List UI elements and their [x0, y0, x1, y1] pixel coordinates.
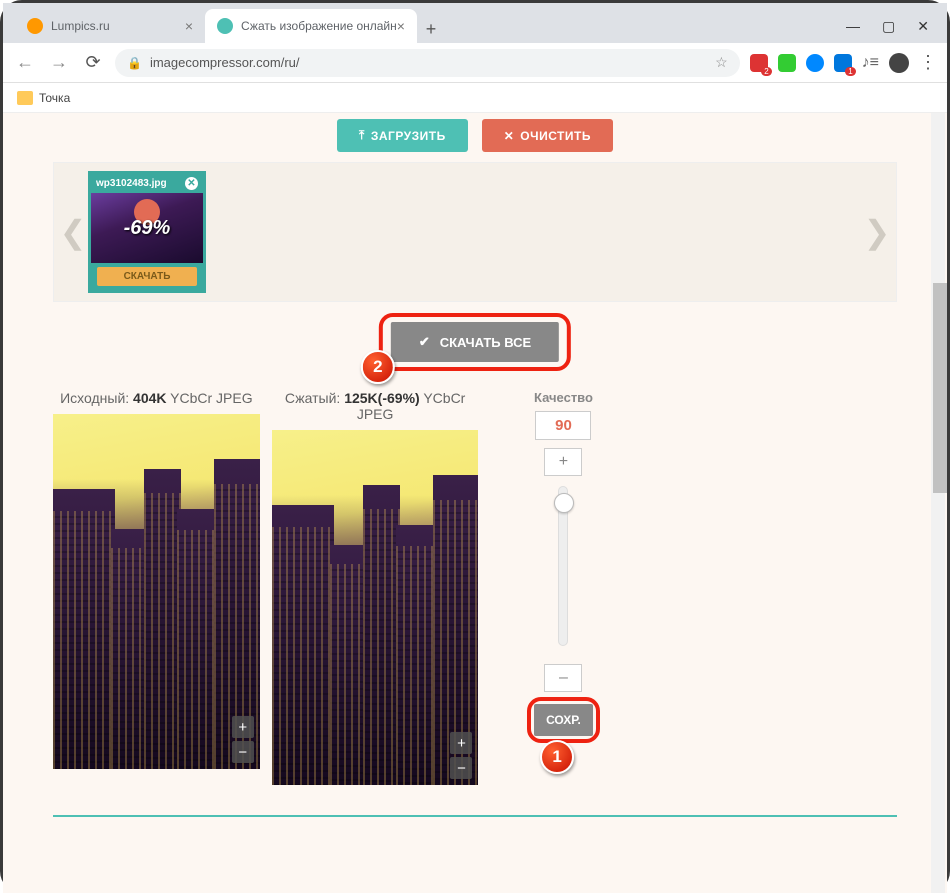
new-tab-button[interactable]: + [417, 15, 445, 43]
compressed-image[interactable]: + − [272, 430, 479, 785]
slider-knob[interactable] [554, 493, 574, 513]
save-wrap: СОХР. 1 [534, 704, 593, 736]
check-icon: ✔ [419, 334, 430, 350]
clear-button[interactable]: ✕ ОЧИСТИТЬ [482, 119, 613, 152]
original-image[interactable]: + − [53, 414, 260, 769]
compare-panels: Исходный: 404K YCbCr JPEG + − Сжатый: 12… [53, 390, 478, 785]
media-icon[interactable]: ♪≡ [862, 54, 879, 72]
extension-icon[interactable] [778, 54, 796, 72]
avatar[interactable] [889, 53, 909, 73]
quality-input[interactable] [535, 411, 591, 440]
extension-icon[interactable]: 1 [834, 54, 852, 72]
compressed-panel: Сжатый: 125K(-69%) YCbCr JPEG + − [272, 390, 479, 785]
divider [53, 815, 897, 817]
zoom-in-icon[interactable]: + [232, 716, 254, 738]
save-button[interactable]: СОХР. [534, 704, 593, 736]
minimize-icon[interactable]: — [846, 18, 860, 35]
lock-icon: 🔒 [127, 56, 142, 70]
url-text: imagecompressor.com/ru/ [150, 55, 300, 70]
thumbnail-image: -69% [91, 193, 203, 263]
chevron-left-icon[interactable]: ❮ [58, 163, 88, 301]
extension-icon[interactable]: 2 [750, 54, 768, 72]
original-meta: YCbCr JPEG [170, 390, 252, 406]
original-prefix: Исходный: [60, 390, 129, 406]
zoom-controls: + − [232, 716, 254, 763]
badge: 2 [761, 67, 771, 76]
close-icon[interactable]: × [397, 18, 405, 34]
favicon-icon [27, 18, 43, 34]
extension-icon[interactable] [806, 54, 824, 72]
download-all-label: СКАЧАТЬ ВСЕ [440, 335, 531, 350]
quality-column: Качество + – СОХР. 1 [528, 390, 598, 785]
page-content: ⤒ ЗАГРУЗИТЬ ✕ ОЧИСТИТЬ ❮ wp3102483.jpg ✕… [3, 113, 947, 893]
chevron-right-icon[interactable]: ❯ [862, 163, 892, 301]
compressed-pct: (-69%) [378, 390, 420, 406]
compressed-size: 125K [344, 390, 377, 406]
thumbnail-filename: wp3102483.jpg [96, 178, 167, 189]
bookmark-folder[interactable]: Точка [39, 91, 70, 105]
reduction-percentage: -69% [124, 217, 171, 240]
original-panel: Исходный: 404K YCbCr JPEG + − [53, 390, 260, 785]
clear-icon: ✕ [504, 129, 515, 143]
extension-icons: 2 1 ♪≡ ⋮ [750, 52, 937, 73]
titlebar: Lumpics.ru × Сжать изображение онлайн × … [3, 3, 947, 43]
favicon-icon [217, 18, 233, 34]
upload-icon: ⤒ [359, 128, 365, 143]
callout-badge-1: 1 [540, 740, 574, 774]
thumbnail-strip: ❮ wp3102483.jpg ✕ -69% СКАЧАТЬ ❯ [53, 162, 897, 302]
tab-imagecompressor[interactable]: Сжать изображение онлайн × [205, 9, 417, 43]
quality-slider[interactable] [558, 486, 568, 646]
thumbnail-card[interactable]: wp3102483.jpg ✕ -69% СКАЧАТЬ [88, 171, 206, 293]
folder-icon [17, 91, 33, 105]
original-size: 404K [133, 390, 166, 406]
scroll-thumb[interactable] [933, 283, 947, 493]
scrollbar[interactable] [931, 113, 945, 893]
upload-button[interactable]: ⤒ ЗАГРУЗИТЬ [337, 119, 468, 152]
bookmarks-bar: Точка [3, 83, 947, 113]
zoom-out-icon[interactable]: − [450, 757, 472, 779]
original-header: Исходный: 404K YCbCr JPEG [53, 390, 260, 406]
tab-label: Lumpics.ru [51, 19, 110, 33]
reload-icon[interactable]: ⟳ [81, 52, 105, 73]
forward-icon[interactable]: → [47, 52, 71, 73]
browser-toolbar: ← → ⟳ 🔒 imagecompressor.com/ru/ ☆ 2 1 ♪≡… [3, 43, 947, 83]
maximize-icon[interactable]: ▢ [882, 18, 895, 35]
remove-thumbnail-icon[interactable]: ✕ [185, 177, 198, 190]
callout-badge-2: 2 [361, 350, 395, 384]
quality-plus-button[interactable]: + [544, 448, 582, 476]
back-icon[interactable]: ← [13, 52, 37, 73]
badge: 1 [845, 67, 855, 76]
tab-lumpics[interactable]: Lumpics.ru × [15, 9, 205, 43]
upload-label: ЗАГРУЗИТЬ [371, 129, 446, 143]
close-icon[interactable]: × [185, 18, 193, 34]
download-all-wrap: ✔ СКАЧАТЬ ВСЕ 2 [391, 322, 559, 362]
star-icon[interactable]: ☆ [715, 54, 728, 71]
tab-label: Сжать изображение онлайн [241, 19, 397, 33]
action-buttons: ⤒ ЗАГРУЗИТЬ ✕ ОЧИСТИТЬ [3, 113, 947, 152]
close-window-icon[interactable]: ✕ [917, 18, 929, 35]
compressed-header: Сжатый: 125K(-69%) YCbCr JPEG [272, 390, 479, 422]
compressed-prefix: Сжатый: [285, 390, 340, 406]
quality-label: Качество [534, 390, 593, 405]
menu-icon[interactable]: ⋮ [919, 52, 937, 73]
clear-label: ОЧИСТИТЬ [520, 129, 591, 143]
thumbnail-header: wp3102483.jpg ✕ [91, 174, 203, 193]
download-all-button[interactable]: ✔ СКАЧАТЬ ВСЕ [391, 322, 559, 362]
address-bar[interactable]: 🔒 imagecompressor.com/ru/ ☆ [115, 49, 740, 77]
window-controls: — ▢ ✕ [846, 18, 947, 43]
zoom-in-icon[interactable]: + [450, 732, 472, 754]
download-thumbnail-button[interactable]: СКАЧАТЬ [97, 267, 197, 286]
zoom-controls: + − [450, 732, 472, 779]
quality-minus-button[interactable]: – [544, 664, 582, 692]
zoom-out-icon[interactable]: − [232, 741, 254, 763]
